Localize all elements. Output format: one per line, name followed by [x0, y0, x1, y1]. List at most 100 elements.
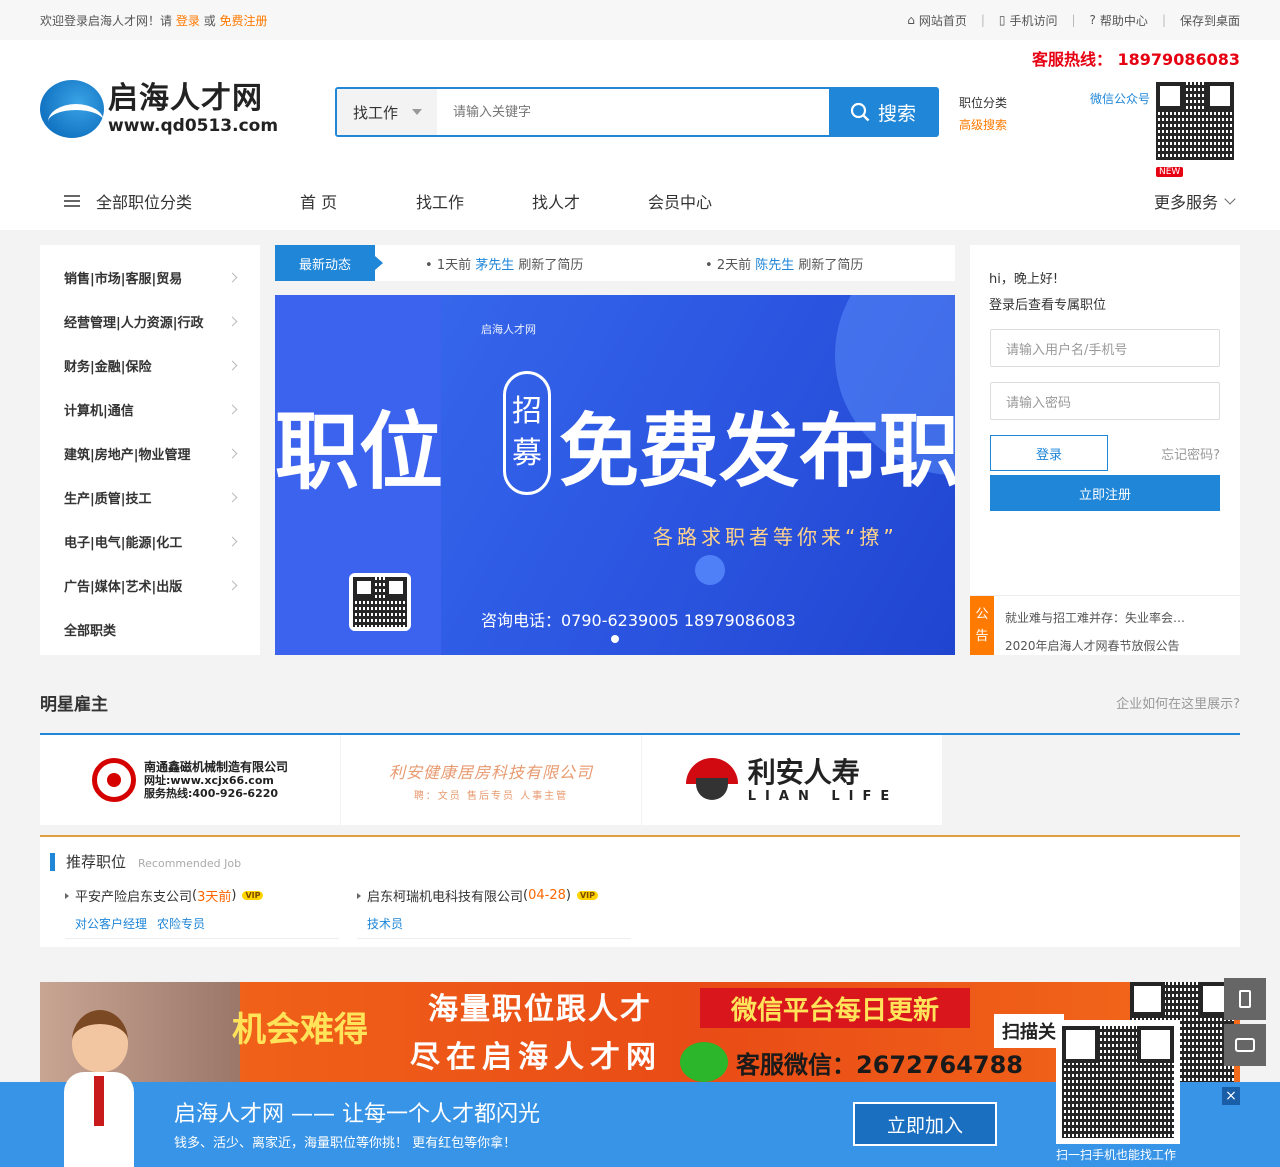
login-panel: hi，晚上好! 登录后查看专属职位 请输入用户名/手机号 请输入密码 登录 忘记密… [970, 245, 1240, 655]
employer-logo[interactable]: 利安健康居房科技有限公司 聘：文员 售后专员 人事主管 [341, 735, 641, 825]
notice-item[interactable]: 就业难与招工难并存：失业率会… [1005, 611, 1185, 625]
category-item-all[interactable]: 全部职类 [40, 607, 260, 651]
section-title: 推荐职位 [66, 853, 127, 871]
welcome-text: 欢迎登录启海人才网！请 登录 或 免费注册 [40, 13, 268, 28]
hotline: 客服热线： 18979086083 [1031, 50, 1240, 69]
nav-find-job[interactable]: 找工作 [416, 189, 492, 213]
lian-life-logo-icon [685, 758, 738, 802]
mobile-qr-code [1056, 1020, 1180, 1144]
banner-pill: 招募 [503, 371, 551, 495]
star-employers: 南通鑫磁机械制造有限公司 网址:www.xcjx66.com 服务热线:400-92… [40, 733, 1240, 825]
search-bar: 找工作 搜索 [335, 87, 939, 137]
category-item[interactable]: 财务|金融|保险 [40, 343, 260, 387]
mascot-illustration [54, 1010, 144, 1167]
close-icon[interactable]: × [1222, 1087, 1240, 1105]
job-card: 平安产险启东支公司(3天前) VIP 对公客户经理 农险专员 [65, 886, 339, 939]
news-item[interactable]: • 1天前 茅先生 刷新了简历 [375, 254, 655, 273]
chevron-right-icon [227, 492, 238, 502]
advanced-search-link[interactable]: 高级搜索 [959, 118, 1007, 132]
home-icon: ⌂ [907, 13, 915, 27]
promo-banner[interactable]: 职位 启海人才网 招募 免费发布职 各路求职者等你来“撩” 咨询电话：0790-… [275, 295, 955, 655]
company-link[interactable]: 启东柯瑞机电科技有限公司(04-28) VIP [357, 886, 631, 905]
recommended-jobs: 推荐职位 Recommended Job 平安产险启东支公司(3天前) VIP 对… [40, 835, 1240, 947]
header: 客服热线： 18979086083 启海人才网 www.qd0513.com 找… [0, 40, 1280, 230]
join-now-button[interactable]: 立即加入 [853, 1102, 997, 1146]
banner-subtitle: 各路求职者等你来“撩” [653, 525, 898, 549]
vip-badge: VIP [576, 891, 598, 900]
category-item[interactable]: 电子|电气|能源|化工 [40, 519, 260, 563]
position-link[interactable]: 对公客户经理 [75, 917, 147, 931]
notice-tag: 公告 [970, 596, 994, 655]
job-card: 启东柯瑞机电科技有限公司(04-28) VIP 技术员 [357, 886, 631, 939]
chevron-right-icon [227, 404, 238, 414]
save-desktop-link[interactable]: 保存到桌面 [1166, 12, 1240, 29]
phone-icon [1239, 990, 1251, 1008]
all-categories-button[interactable]: 全部职位分类 [40, 189, 260, 213]
chat-side-button[interactable] [1224, 1024, 1266, 1066]
star-employers-title: 明星雇主 [40, 694, 108, 715]
news-ticker: 最新动态 • 1天前 茅先生 刷新了简历 • 2天前 陈先生 刷新了简历 [275, 245, 955, 281]
company-link[interactable]: 平安产险启东支公司(3天前) VIP [65, 886, 339, 905]
mobile-link[interactable]: ▯ 手机访问 [985, 12, 1072, 29]
wechat-qr-code [1156, 82, 1234, 160]
company-logo-icon [91, 758, 136, 802]
forgot-password-link[interactable]: 忘记密码? [1161, 444, 1220, 463]
username-field[interactable]: 请输入用户名/手机号 [990, 329, 1220, 367]
wave-logo-icon [40, 80, 104, 138]
job-category-link[interactable]: 职位分类 [959, 96, 1007, 110]
chevron-right-icon [227, 580, 238, 590]
login-link[interactable]: 登录 [176, 14, 200, 28]
mobile-side-button[interactable] [1224, 978, 1266, 1020]
nav-find-talent[interactable]: 找人才 [532, 189, 608, 213]
new-badge: NEW [1155, 167, 1184, 177]
search-input[interactable] [437, 89, 829, 135]
chevron-right-icon [227, 448, 238, 458]
search-type-select[interactable]: 找工作 [337, 89, 437, 135]
chevron-right-icon [227, 360, 238, 370]
help-link[interactable]: ? 帮助中心 [1076, 12, 1162, 29]
help-icon: ? [1089, 13, 1096, 27]
site-logo[interactable]: 启海人才网 www.qd0513.com [40, 80, 278, 138]
category-item[interactable]: 销售|市场|客服|贸易 [40, 255, 260, 299]
employer-showcase-link[interactable]: 企业如何在这里展示? [1116, 693, 1240, 712]
employer-logo[interactable]: 利安人寿 LIAN LIFE [642, 735, 942, 825]
chat-icon [1235, 1038, 1255, 1052]
phone-icon: ▯ [998, 13, 1006, 27]
search-icon [850, 102, 870, 122]
banner-qr-code [349, 573, 411, 631]
notice-item[interactable]: 2020年启海人才网春节放假公告 [1005, 639, 1180, 653]
side-toolbar [1224, 978, 1266, 1070]
category-item[interactable]: 计算机|通信 [40, 387, 260, 431]
register-link[interactable]: 免费注册 [220, 14, 268, 28]
category-item[interactable]: 生产|质管|技工 [40, 475, 260, 519]
site-home-link[interactable]: ⌂ 网站首页 [893, 12, 981, 29]
news-item[interactable]: • 2天前 陈先生 刷新了简历 [655, 254, 935, 273]
join-bar-desc: 钱多、活少、离家近，海量职位等你挑！ 更有红包等你拿！ [174, 1136, 517, 1151]
category-item[interactable]: 经营管理|人力资源|行政 [40, 299, 260, 343]
banner-headline: 免费发布职 [559, 405, 955, 498]
news-tag: 最新动态 [275, 245, 383, 281]
scan-caption: 扫一扫手机也能找工作 [1056, 1148, 1177, 1162]
category-item[interactable]: 建筑|房地产|物业管理 [40, 431, 260, 475]
category-item[interactable]: 广告|媒体|艺术|出版 [40, 563, 260, 607]
chevron-down-icon [1224, 193, 1236, 205]
nav-home[interactable]: 首 页 [300, 189, 376, 213]
menu-icon [64, 195, 80, 207]
position-link[interactable]: 技术员 [367, 917, 403, 931]
employer-logo[interactable]: 南通鑫磁机械制造有限公司 网址:www.xcjx66.com 服务热线:400-92… [40, 735, 340, 825]
password-field[interactable]: 请输入密码 [990, 382, 1220, 420]
banner-brand: 启海人才网 [481, 323, 536, 336]
notice-box: 公告 就业难与招工难并存：失业率会… 2020年启海人才网春节放假公告 [970, 595, 1240, 655]
chevron-right-icon [227, 536, 238, 546]
carousel-dot[interactable] [611, 635, 619, 643]
top-bar: 欢迎登录启海人才网！请 登录 或 免费注册 ⌂ 网站首页 | ▯ 手机访问 | ? 帮助中… [0, 0, 1280, 40]
register-button[interactable]: 立即注册 [990, 475, 1220, 511]
login-button[interactable]: 登录 [990, 435, 1108, 471]
banner-phone: 咨询电话：0790-6239005 18979086083 [481, 611, 796, 630]
nav-member-center[interactable]: 会员中心 [648, 189, 724, 213]
search-button[interactable]: 搜索 [829, 89, 937, 135]
position-link[interactable]: 农险专员 [157, 917, 205, 931]
chevron-right-icon [227, 272, 238, 282]
more-services-menu[interactable]: NEW 更多服务 [1154, 167, 1236, 213]
caret-down-icon [412, 109, 423, 115]
